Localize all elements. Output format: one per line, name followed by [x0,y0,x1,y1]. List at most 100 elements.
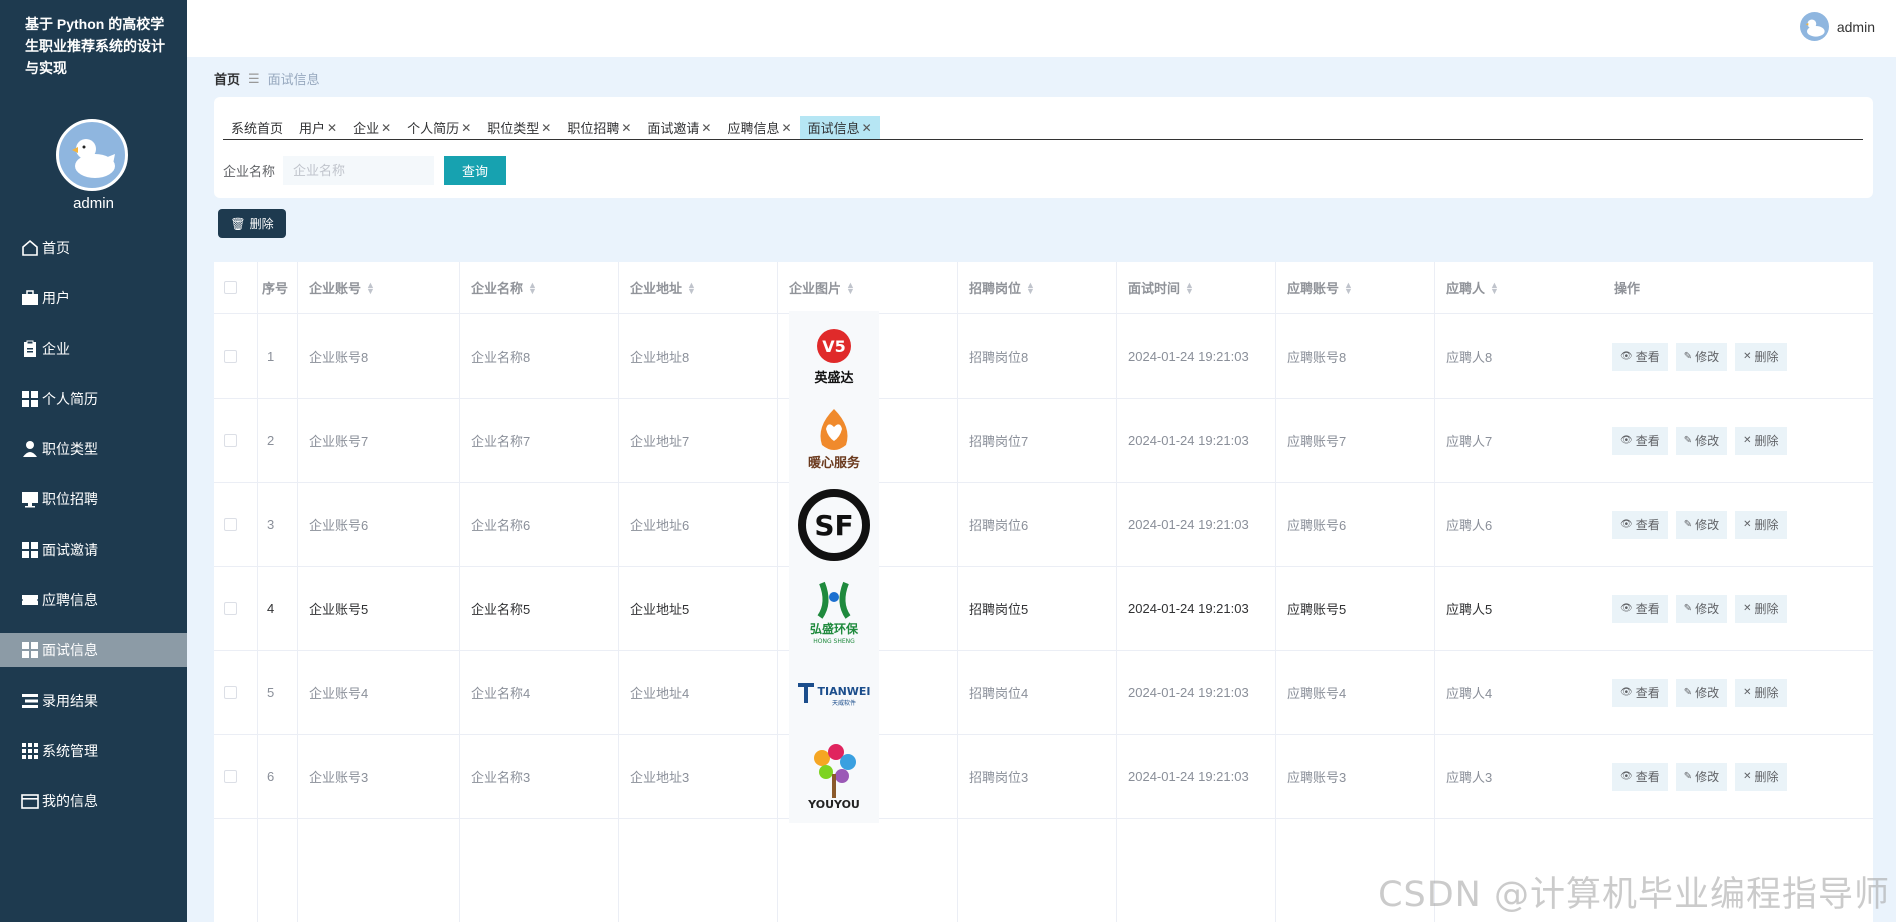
delete-button[interactable]: ✕ 删除 [1735,678,1787,707]
select-all-checkbox[interactable] [224,281,237,294]
delete-button[interactable]: ✕ 删除 [1735,762,1787,791]
cell-name: 企业名称4 [471,651,530,734]
edit-label: 修改 [1695,350,1720,364]
edit-button[interactable]: ✎ 修改 [1675,426,1728,455]
view-button[interactable]: 👁 查看 [1612,678,1668,707]
sidebar-item-8[interactable]: 面试信息 [0,633,187,668]
row-checkbox[interactable] [224,434,237,447]
cell-text: 应聘人4 [1446,686,1493,701]
sidebar-item-5[interactable]: 职位招聘 [0,482,187,516]
column-header[interactable]: 面试时间 ▲ ▼ [1128,262,1194,313]
column-header[interactable]: 招聘岗位 ▲ ▼ [969,262,1035,313]
column-header[interactable]: 企业名称 ▲ ▼ [471,262,537,313]
view-button[interactable]: 👁 查看 [1612,342,1668,371]
close-icon[interactable]: ✕ [327,121,337,135]
sidebar-item-11[interactable]: 我的信息 [0,784,187,818]
batch-delete-button[interactable]: 🗑 删除 [218,209,286,238]
view-label: 查看 [1635,518,1660,532]
user-menu[interactable]: admin [1799,12,1875,41]
edit-button[interactable]: ✎ 修改 [1675,762,1728,791]
sidebar-item-7[interactable]: 应聘信息 [0,583,187,617]
view-button[interactable]: 👁 查看 [1612,594,1668,623]
sidebar-item-3[interactable]: 个人简历 [0,382,187,416]
sort-icon[interactable]: ▲ ▼ [1344,280,1353,295]
view-button[interactable]: 👁 查看 [1612,426,1668,455]
data-table: 序号 企业账号 ▲ ▼ 企业名称 ▲ ▼ 企业地址 ▲ ▼ 企业图片 ▲ ▼ 招聘岗位 ▲ ▼ 面试时间 ▲ ▼ 应聘… [214,262,1873,922]
search-input[interactable] [283,156,435,185]
svg-text:暖心服务: 暖心服务 [808,455,861,471]
tab-label: 系统首页 [231,121,284,136]
row-checkbox[interactable] [224,770,237,783]
column-header[interactable]: 企业图片 ▲ ▼ [789,262,855,313]
tab-1[interactable]: 用户 ✕ [291,116,345,139]
row-checkbox[interactable] [224,518,237,531]
sort-icon[interactable]: ▲ ▼ [528,280,537,295]
column-header[interactable]: 应聘账号 ▲ ▼ [1287,262,1353,313]
column-header[interactable]: 应聘人 ▲ ▼ [1446,262,1499,313]
delete-button[interactable]: ✕ 删除 [1735,510,1787,539]
sidebar-item-4[interactable]: 职位类型 [0,432,187,466]
tab-3[interactable]: 个人简历 ✕ [399,116,479,139]
tab-0[interactable]: 系统首页 [223,116,291,139]
edit-label: 修改 [1695,686,1720,700]
cell-text: 应聘账号8 [1287,350,1347,365]
tab-6[interactable]: 面试邀请 ✕ [639,116,719,139]
cell-account: 企业账号5 [309,567,368,650]
edit-button[interactable]: ✎ 修改 [1675,342,1728,371]
view-button[interactable]: 👁 查看 [1612,510,1668,539]
sidebar-item-6[interactable]: 面试邀请 [0,533,187,567]
delete-button[interactable]: ✕ 删除 [1735,342,1787,371]
column-header[interactable]: 企业地址 ▲ ▼ [630,262,696,313]
close-icon[interactable]: ✕ [461,121,471,135]
view-label: 查看 [1635,770,1660,784]
close-icon[interactable]: ✕ [381,121,391,135]
sort-icon[interactable]: ▲ ▼ [1490,280,1499,295]
tab-4[interactable]: 职位类型 ✕ [479,116,559,139]
row-checkbox[interactable] [224,350,237,363]
sidebar-item-label: 用户 [42,290,70,307]
close-icon[interactable]: ✕ [701,121,711,135]
tab-5[interactable]: 职位招聘 ✕ [559,116,639,139]
cell-idx: 3 [267,483,274,566]
cell-name: 企业名称3 [471,735,530,818]
cell-text: 企业名称8 [471,350,531,365]
breadcrumb-home[interactable]: 首页 [214,69,240,88]
cell-position: 招聘岗位3 [969,735,1028,818]
sort-icon[interactable]: ▲ ▼ [687,280,696,295]
close-icon[interactable]: ✕ [782,121,792,135]
view-button[interactable]: 👁 查看 [1612,762,1668,791]
cell-text: 6 [267,769,275,784]
close-icon[interactable]: ✕ [862,121,872,135]
sidebar-item-0[interactable]: 首页 [0,231,187,265]
sidebar-item-9[interactable]: 录用结果 [0,684,187,718]
sort-icon[interactable]: ▲ ▼ [366,280,375,295]
sort-icon[interactable]: ▲ ▼ [846,280,855,295]
tab-8[interactable]: 面试信息 ✕ [799,116,880,139]
delete-button[interactable]: ✕ 删除 [1735,594,1787,623]
edit-button[interactable]: ✎ 修改 [1675,678,1728,707]
sort-icon[interactable]: ▲ ▼ [1185,280,1194,295]
close-icon[interactable]: ✕ [621,121,631,135]
sort-icon[interactable]: ▲ ▼ [1026,280,1035,295]
svg-text:HONG SHENG: HONG SHENG [813,638,855,645]
action-group: 👁 查看 ✎ 修改 ✕ 删除 [1612,594,1787,623]
row-checkbox[interactable] [224,602,237,615]
query-button[interactable]: 查询 [444,156,507,185]
tab-2[interactable]: 企业 ✕ [345,116,399,139]
edit-button[interactable]: ✎ 修改 [1675,510,1728,539]
cell-time: 2024-01-24 19:21:03 [1128,315,1249,398]
column-header[interactable]: 企业账号 ▲ ▼ [309,262,375,313]
edit-button[interactable]: ✎ 修改 [1675,594,1728,623]
sidebar-item-2[interactable]: 企业 [0,332,187,366]
cell-text: 2024-01-24 19:21:03 [1128,517,1249,532]
column-header-label: 招聘岗位 [969,281,1022,296]
sidebar-item-1[interactable]: 用户 [0,281,187,315]
close-icon: ✕ [1743,351,1752,362]
tab-7[interactable]: 应聘信息 ✕ [719,116,799,139]
sidebar-item-10[interactable]: 系统管理 [0,734,187,768]
close-icon[interactable]: ✕ [541,121,551,135]
row-checkbox[interactable] [224,686,237,699]
delete-button[interactable]: ✕ 删除 [1735,426,1787,455]
cell-text: 应聘账号7 [1287,434,1347,449]
company-logo-image: TIANWEI 天威软件 [789,646,879,739]
